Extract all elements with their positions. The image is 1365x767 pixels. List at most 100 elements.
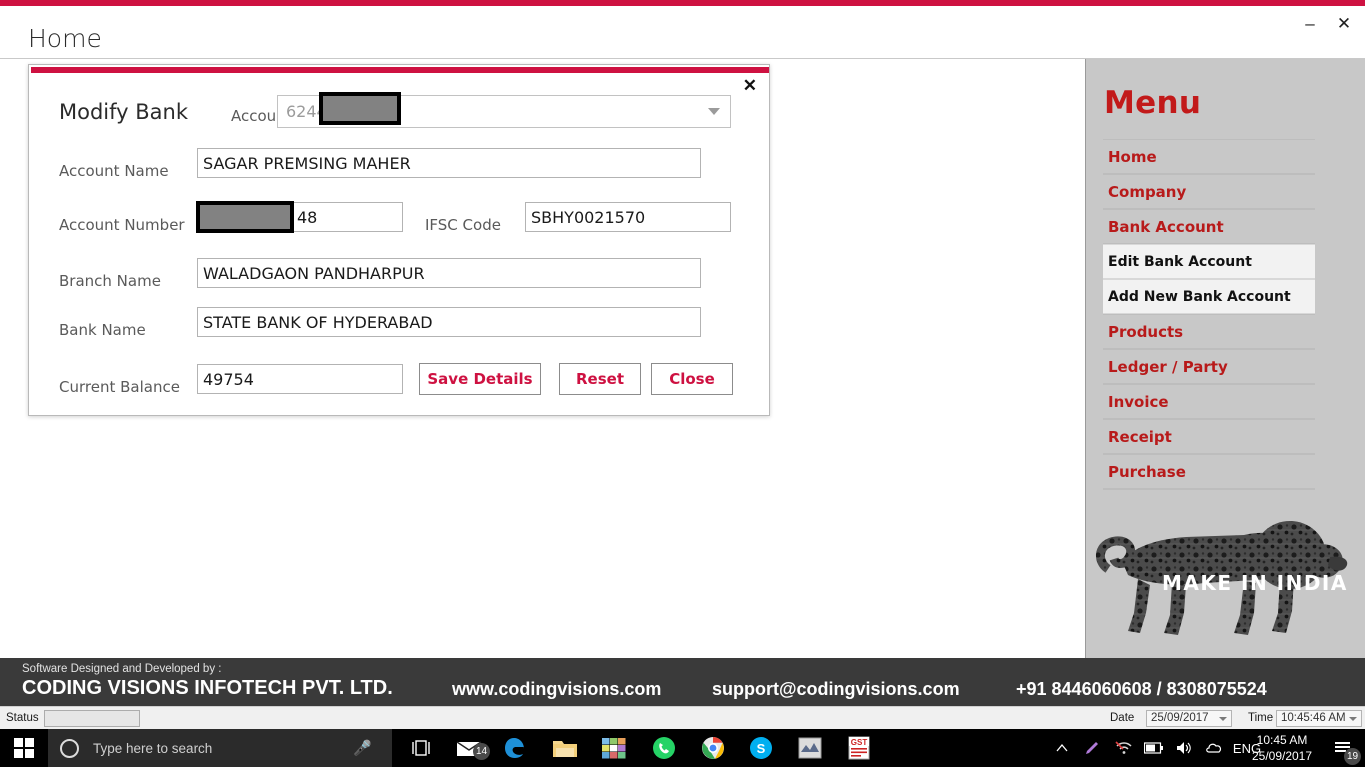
date-label: Date [1110, 712, 1135, 724]
modify-bank-dialog: ✕ Modify Bank Account 6244 Account Name … [28, 64, 770, 416]
footer-credit-label: Software Designed and Developed by : [22, 663, 222, 675]
branch-name-input[interactable] [197, 258, 701, 288]
gst-app-icon[interactable]: GST [836, 729, 882, 767]
footer-company-name: CODING VISIONS INFOTECH PVT. LTD. [22, 677, 393, 699]
edge-glyph [505, 738, 524, 758]
close-window-button[interactable]: ✕ [1329, 10, 1359, 38]
whatsapp-icon[interactable] [641, 729, 687, 767]
sidebar-item-invoice[interactable]: Invoice [1103, 384, 1315, 419]
sidebar-item-purchase[interactable]: Purchase [1103, 454, 1315, 489]
windows-logo-icon [14, 738, 34, 758]
ifsc-code-input[interactable] [525, 202, 731, 232]
close-button[interactable]: Close [651, 363, 733, 395]
minimize-button[interactable]: – [1295, 10, 1325, 38]
volume-icon[interactable] [1171, 729, 1197, 767]
chevron-down-icon [708, 108, 720, 115]
clock-time: 10:45 AM [1256, 733, 1308, 747]
notification-badge: 19 [1344, 748, 1361, 765]
photos-icon[interactable] [591, 729, 637, 767]
sidebar-item-home[interactable]: Home [1103, 139, 1315, 174]
bank-name-input[interactable] [197, 307, 701, 337]
taskbar-search-box[interactable]: Type here to search 🎤 [48, 729, 392, 767]
reset-button[interactable]: Reset [559, 363, 641, 395]
battery-glyph [1144, 742, 1163, 754]
time-picker-value: 10:45:46 AM [1281, 712, 1346, 724]
account-number-label: Account Number [59, 216, 185, 234]
chrome-glyph [702, 737, 724, 759]
mail-icon[interactable]: 14 [446, 729, 492, 767]
app-footer: Software Designed and Developed by : COD… [0, 658, 1365, 706]
account-number-redaction-overlay [196, 201, 294, 233]
branch-name-label: Branch Name [59, 272, 161, 290]
time-label: Time [1248, 712, 1274, 724]
sidebar-item-edit-bank-account[interactable]: Edit Bank Account [1103, 244, 1315, 279]
date-picker-value: 25/09/2017 [1151, 712, 1209, 724]
make-in-india-text: MAKE IN INDIA [1162, 571, 1348, 595]
start-button[interactable] [0, 729, 48, 767]
footer-website-link[interactable]: www.codingvisions.com [452, 679, 661, 700]
sidebar-item-add-new-bank-account[interactable]: Add New Bank Account [1103, 279, 1315, 314]
sidebar-item-ledger-party[interactable]: Ledger / Party [1103, 349, 1315, 384]
windows-taskbar: Type here to search 🎤 14 S GST ENG 10:45… [0, 729, 1365, 767]
dialog-title: Modify Bank [59, 100, 189, 124]
menu-heading: Menu [1104, 85, 1202, 121]
task-view-glyph [412, 740, 430, 756]
bank-name-label: Bank Name [59, 321, 146, 339]
onedrive-glyph [1206, 743, 1222, 753]
folder-glyph [553, 740, 577, 757]
skype-icon[interactable]: S [738, 729, 784, 767]
search-placeholder: Type here to search [93, 740, 213, 756]
edge-icon[interactable] [492, 729, 538, 767]
cortana-icon [60, 738, 79, 758]
make-in-india-logo: MAKE IN INDIA [1094, 509, 1358, 649]
status-bar: Status Date 25/09/2017 Time 10:45:46 AM [0, 706, 1365, 729]
chevron-down-icon [1349, 717, 1357, 721]
window-titlebar: Home – ✕ [0, 6, 1365, 58]
page-title: Home [28, 24, 102, 53]
account-name-label: Account Name [59, 162, 169, 180]
pen-tray-icon[interactable] [1079, 729, 1105, 767]
time-picker[interactable]: 10:45:46 AM [1276, 710, 1362, 727]
sidebar-item-company[interactable]: Company [1103, 174, 1315, 209]
task-view-icon[interactable] [398, 729, 444, 767]
menu-list: Home Company Bank Account Edit Bank Acco… [1103, 139, 1315, 511]
skype-glyph: S [750, 737, 772, 759]
current-balance-label: Current Balance [59, 378, 180, 396]
date-picker[interactable]: 25/09/2017 [1146, 710, 1232, 727]
media-player-glyph [798, 737, 822, 759]
current-balance-input[interactable] [197, 364, 403, 394]
svg-text:GST: GST [851, 738, 868, 747]
sidebar-item-products[interactable]: Products [1103, 314, 1315, 349]
whatsapp-glyph [653, 737, 675, 759]
wifi-glyph [1115, 741, 1132, 754]
dialog-accent-bar [31, 67, 769, 73]
chrome-icon[interactable] [690, 729, 736, 767]
application-window: Home – ✕ ✕ Modify Bank Account 6244 Acco… [0, 0, 1365, 767]
status-label: Status [6, 712, 39, 724]
ifsc-code-label: IFSC Code [425, 216, 501, 234]
battery-icon[interactable] [1141, 729, 1167, 767]
footer-phone-number: +91 8446060608 / 8308075524 [1016, 679, 1267, 699]
dialog-close-icon[interactable]: ✕ [743, 77, 757, 94]
action-center-button[interactable]: 19 [1323, 729, 1361, 767]
gst-glyph: GST [848, 736, 870, 760]
footer-email-link[interactable]: support@codingvisions.com [712, 679, 960, 700]
pen-glyph [1086, 742, 1098, 754]
file-explorer-icon[interactable] [542, 729, 588, 767]
main-body: ✕ Modify Bank Account 6244 Account Name … [0, 58, 1365, 659]
network-disconnected-icon[interactable] [1111, 729, 1137, 767]
account-redaction-overlay [319, 92, 401, 125]
svg-text:S: S [757, 741, 766, 756]
onedrive-icon[interactable] [1201, 729, 1227, 767]
sidebar-item-bank-account[interactable]: Bank Account [1103, 209, 1315, 244]
show-hidden-icons-button[interactable] [1049, 729, 1075, 767]
account-name-input[interactable] [197, 148, 701, 178]
speaker-glyph [1177, 742, 1191, 754]
media-player-icon[interactable] [787, 729, 833, 767]
save-details-button[interactable]: Save Details [419, 363, 541, 395]
microphone-icon[interactable]: 🎤 [353, 739, 372, 757]
chevron-down-icon [1219, 717, 1227, 721]
sidebar-item-receipt[interactable]: Receipt [1103, 419, 1315, 454]
taskbar-clock[interactable]: 10:45 AM 25/09/2017 [1243, 732, 1321, 764]
menu-list-spacer [1103, 489, 1315, 511]
